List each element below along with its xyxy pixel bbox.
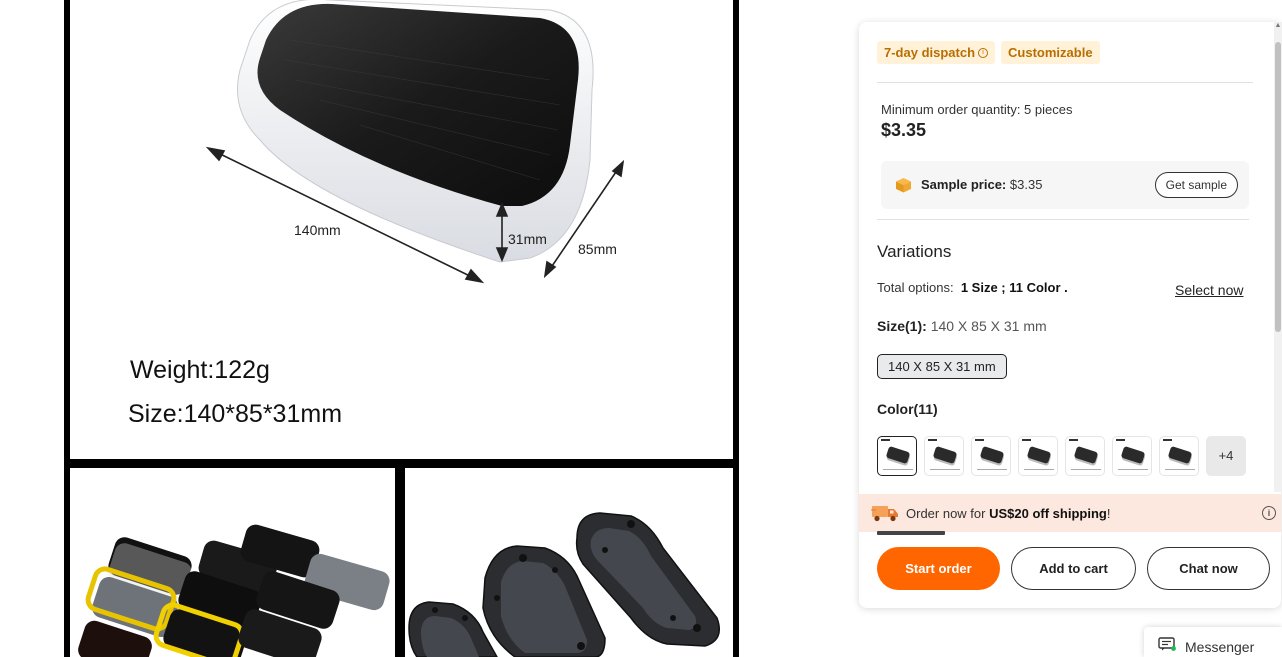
dispatch-tag[interactable]: 7-day dispatch i	[877, 41, 996, 64]
color-swatch[interactable]	[1065, 436, 1105, 476]
divider	[877, 82, 1253, 83]
total-options-value: 1 Size ; 11 Color .	[960, 280, 1068, 295]
variations-heading: Variations	[877, 242, 952, 261]
product-tags: 7-day dispatch i Customizable	[877, 41, 1100, 64]
enclosure-illustration	[205, 0, 625, 284]
add-to-cart-button[interactable]: Add to cart	[1011, 547, 1136, 590]
assorted-enclosures-illustration	[78, 524, 390, 657]
dispatch-tag-label: 7-day dispatch	[884, 45, 976, 60]
shipping-promo-prefix: Order now for	[906, 506, 990, 521]
thumbnail-image-parts[interactable]	[405, 468, 733, 657]
shipping-promo-banner: Order now for US$20 off shipping! i	[859, 494, 1281, 532]
image-gallery: 140mm 31mm 85mm Weight:122g Size:140*85*…	[64, 0, 739, 657]
scroll-up-icon[interactable]: ▲	[1274, 22, 1282, 34]
scrollbar-thumb[interactable]	[1275, 42, 1281, 332]
thumbnail-image-assorted[interactable]	[70, 468, 395, 657]
size-caption: Size:140*85*31mm	[128, 400, 343, 428]
color-swatch[interactable]	[1018, 436, 1058, 476]
length-dimension-label: 140mm	[294, 222, 341, 238]
color-swatches: +4	[877, 436, 1246, 476]
color-swatch[interactable]	[1159, 436, 1199, 476]
size-option-chip[interactable]: 140 X 85 X 31 mm	[877, 354, 1007, 379]
weight-caption: Weight:122g	[130, 356, 270, 384]
unit-price: $3.35	[881, 120, 927, 140]
shipping-promo-text: Order now for US$20 off shipping!	[906, 506, 1110, 521]
shipping-promo-highlight: US$20 off shipping	[989, 506, 1107, 521]
color-swatch[interactable]	[1112, 436, 1152, 476]
more-colors-button[interactable]: +4	[1206, 436, 1246, 476]
select-now-link[interactable]: Select now	[1175, 282, 1243, 298]
width-dimension-label: 85mm	[578, 241, 617, 257]
sample-price-box: Sample price: $3.35 Get sample	[881, 161, 1249, 209]
purchase-actions: Start order Add to cart Chat now	[877, 547, 1270, 590]
panel-scrollbar[interactable]: ▲	[1274, 22, 1282, 492]
size-label: Size(1):	[877, 318, 927, 334]
info-icon[interactable]: i	[978, 47, 989, 58]
divider	[877, 219, 1249, 220]
color-swatch[interactable]	[971, 436, 1011, 476]
sample-price-text: Sample price: $3.35	[921, 177, 1042, 192]
product-purchase-panel: 7-day dispatch i Customizable Minimum or…	[859, 22, 1281, 608]
shipping-promo-suffix: !	[1106, 506, 1111, 521]
minimum-order-quantity: Minimum order quantity: 5 pieces	[881, 102, 1073, 117]
messenger-label: Messenger	[1185, 639, 1255, 655]
main-product-image[interactable]: 140mm 31mm 85mm Weight:122g Size:140*85*…	[70, 0, 733, 459]
messenger-widget[interactable]: Messenger	[1144, 627, 1282, 657]
size-selection: Size(1): 140 X 85 X 31 mm	[877, 318, 1047, 334]
get-sample-button[interactable]: Get sample	[1154, 172, 1238, 198]
start-order-button[interactable]: Start order	[877, 547, 1000, 590]
info-icon[interactable]: i	[1262, 506, 1276, 520]
color-swatch[interactable]	[877, 436, 917, 476]
sample-price-value: $3.35	[1009, 177, 1043, 192]
chat-now-button[interactable]: Chat now	[1147, 547, 1270, 590]
chat-bubble-icon	[1158, 637, 1176, 651]
color-label: Color(11)	[877, 401, 938, 417]
customizable-tag: Customizable	[1001, 41, 1100, 64]
total-options: Total options: 1 Size ; 11 Color .	[877, 280, 1068, 295]
total-options-label: Total options:	[877, 280, 954, 295]
truck-icon	[871, 506, 898, 522]
package-icon	[896, 178, 911, 193]
enclosure-parts-illustration	[408, 512, 720, 657]
size-value: 140 X 85 X 31 mm	[930, 318, 1047, 334]
clipped-section-heading	[877, 530, 947, 535]
color-swatch[interactable]	[924, 436, 964, 476]
customizable-tag-label: Customizable	[1008, 45, 1093, 60]
sample-price-label: Sample price:	[921, 177, 1007, 192]
product-page: 140mm 31mm 85mm Weight:122g Size:140*85*…	[0, 0, 1282, 657]
height-dimension-label: 31mm	[508, 231, 547, 247]
